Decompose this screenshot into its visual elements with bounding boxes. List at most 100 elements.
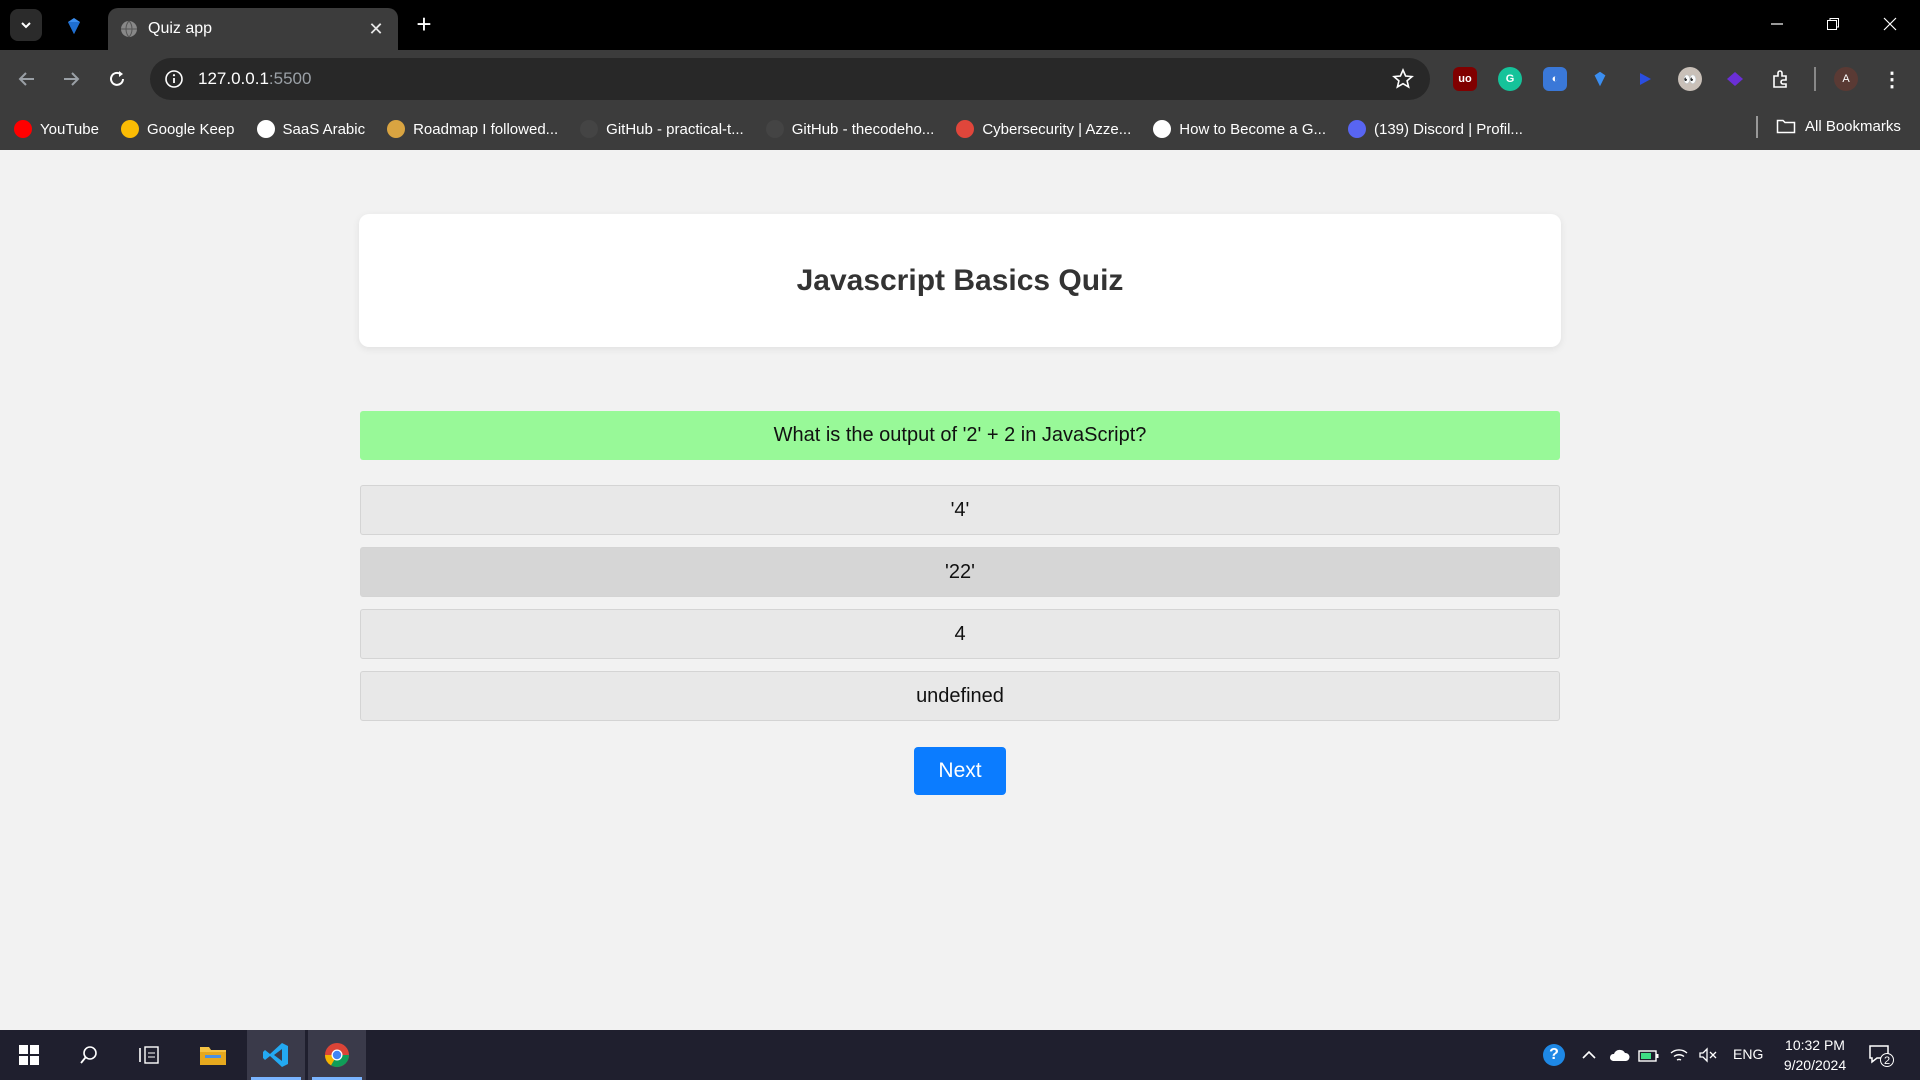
pinned-diamond-icon[interactable] [62, 14, 86, 38]
tab-close-icon[interactable]: ✕ [366, 19, 386, 40]
start-button[interactable] [0, 1030, 58, 1080]
youtube-icon [14, 120, 32, 138]
search-button[interactable] [60, 1030, 118, 1080]
speaker-muted-icon[interactable] [1697, 1044, 1719, 1066]
vscode-icon [263, 1043, 288, 1067]
profile-initial: A [1842, 73, 1850, 85]
question-text: What is the output of '2' + 2 in JavaScr… [360, 411, 1560, 460]
bookmark-item[interactable]: YouTube [14, 120, 99, 138]
bookmark-item[interactable]: Roadmap I followed... [387, 120, 558, 138]
dollar-icon [256, 120, 275, 138]
close-window-button[interactable] [1862, 8, 1918, 40]
bookmark-item[interactable]: Google Keep [120, 120, 235, 138]
task-view-icon [139, 1046, 159, 1064]
back-button[interactable] [12, 64, 42, 94]
folder-icon [200, 1047, 226, 1065]
extensions-puzzle-icon[interactable] [1769, 67, 1793, 91]
chevron-up-icon[interactable] [1578, 1044, 1600, 1066]
reload-button[interactable] [102, 64, 132, 94]
play-extension-icon[interactable] [1633, 67, 1657, 91]
github-icon [580, 120, 599, 138]
reload-icon [110, 71, 124, 86]
bookmark-star-icon[interactable] [1392, 68, 1414, 90]
notification-center-button[interactable]: 2 [1868, 1043, 1894, 1067]
chrome-button[interactable] [308, 1030, 366, 1080]
system-clock[interactable]: 10:32 PM 9/20/2024 [1770, 1035, 1860, 1075]
cybersecurity-icon [956, 120, 975, 138]
notification-count: 2 [1880, 1053, 1894, 1067]
bookmark-label: GitHub - practical-t... [606, 120, 744, 138]
bookmark-item[interactable]: (139) Discord | Profil... [1348, 120, 1523, 138]
page-viewport: Javascript Basics Quiz What is the outpu… [0, 150, 1920, 1030]
ublock-icon[interactable]: uo [1453, 67, 1477, 91]
grammarly-icon[interactable]: G [1498, 67, 1522, 91]
windows-taskbar: ? ENG 10:32 PM 9/20/2024 2 [0, 1030, 1920, 1080]
arrow-right-icon [64, 72, 80, 86]
quiz-title: Javascript Basics Quiz [796, 263, 1124, 297]
answer-option-4[interactable]: undefined [360, 671, 1560, 721]
bookmark-item[interactable]: GitHub - practical-t... [580, 120, 744, 138]
toolbar-divider [1814, 67, 1816, 91]
answer-option-3[interactable]: 4 [360, 609, 1560, 659]
bookmark-label: Cybersecurity | Azze... [982, 120, 1132, 138]
bookmarks-bar: YouTube Google Keep SaaS Arabic Roadmap I f… [0, 108, 1920, 150]
tab-search-button[interactable] [10, 9, 42, 41]
screenshot-extension-icon[interactable]: ◐ [1543, 67, 1567, 91]
help-icon[interactable]: ? [1543, 1044, 1565, 1066]
answer-option-1[interactable]: '4' [360, 485, 1560, 535]
tab-quiz-app[interactable]: Quiz app ✕ [108, 8, 398, 50]
clock-date: 9/20/2024 [1783, 1057, 1847, 1073]
all-bookmarks-label: All Bookmarks [1805, 117, 1901, 135]
bookmark-item[interactable]: Cybersecurity | Azze... [956, 120, 1131, 138]
tab-title: Quiz app [148, 20, 213, 37]
vscode-button[interactable] [247, 1030, 305, 1080]
forward-button[interactable] [56, 64, 86, 94]
answer-option-2[interactable]: '22' [360, 547, 1560, 597]
bookmark-label: Roadmap I followed... [413, 120, 559, 138]
clock-time: 10:32 PM [1785, 1037, 1845, 1053]
language-indicator[interactable]: ENG [1733, 1046, 1763, 1062]
restore-icon [1827, 18, 1839, 30]
battery-icon[interactable] [1638, 1044, 1660, 1066]
search-icon [80, 1046, 97, 1064]
task-view-button[interactable] [120, 1030, 178, 1080]
bookmark-label: GitHub - thecodeho... [791, 120, 935, 138]
crystal-extension-icon[interactable] [1723, 67, 1747, 91]
diamond-extension-icon[interactable] [1588, 67, 1612, 91]
eyes-extension-icon[interactable]: 👀 [1678, 67, 1702, 91]
chrome-icon [325, 1043, 349, 1068]
url-port: :5500 [268, 69, 312, 88]
url-host: 127.0.0.1 [198, 69, 269, 88]
next-button[interactable]: Next [914, 747, 1006, 795]
minimize-icon [1771, 23, 1783, 25]
profile-avatar[interactable]: A [1834, 67, 1858, 91]
close-icon [1883, 17, 1897, 31]
folder-icon [1776, 119, 1796, 134]
info-icon [165, 70, 183, 88]
menu-kebab-icon[interactable]: ⋮ [1880, 67, 1904, 91]
bookmark-item[interactable]: GitHub - thecodeho... [765, 120, 935, 138]
bookmark-label: SaaS Arabic [282, 120, 366, 138]
discord-icon [1348, 120, 1366, 138]
quiz-header-card: Javascript Basics Quiz [359, 214, 1561, 347]
all-bookmarks-button[interactable]: All Bookmarks [1776, 117, 1901, 135]
bookmark-label: (139) Discord | Profil... [1374, 120, 1523, 138]
bookmark-item[interactable]: SaaS Arabic [256, 120, 366, 138]
chevron-down-icon [21, 22, 31, 29]
restore-button[interactable] [1805, 8, 1861, 40]
moneybag-icon [387, 120, 406, 138]
bookmark-label: Google Keep [146, 120, 235, 138]
file-explorer-button[interactable] [184, 1030, 242, 1080]
medium-icon [1153, 120, 1172, 138]
bookmark-label: How to Become a G... [1179, 120, 1326, 138]
bookmark-item[interactable]: How to Become a G... [1153, 120, 1326, 138]
google-keep-icon [120, 120, 139, 138]
browser-tab-strip: Quiz app ✕ + [0, 0, 1920, 50]
minimize-button[interactable] [1749, 8, 1805, 40]
bookmark-label: YouTube [40, 120, 99, 138]
address-bar[interactable]: 127.0.0.1:5500 [150, 58, 1430, 100]
new-tab-button[interactable]: + [410, 10, 438, 38]
onedrive-cloud-icon[interactable] [1608, 1044, 1630, 1066]
browser-toolbar: 127.0.0.1:5500 uo G ◐ 👀 A ⋮ [0, 50, 1920, 108]
wifi-icon[interactable] [1668, 1044, 1690, 1066]
